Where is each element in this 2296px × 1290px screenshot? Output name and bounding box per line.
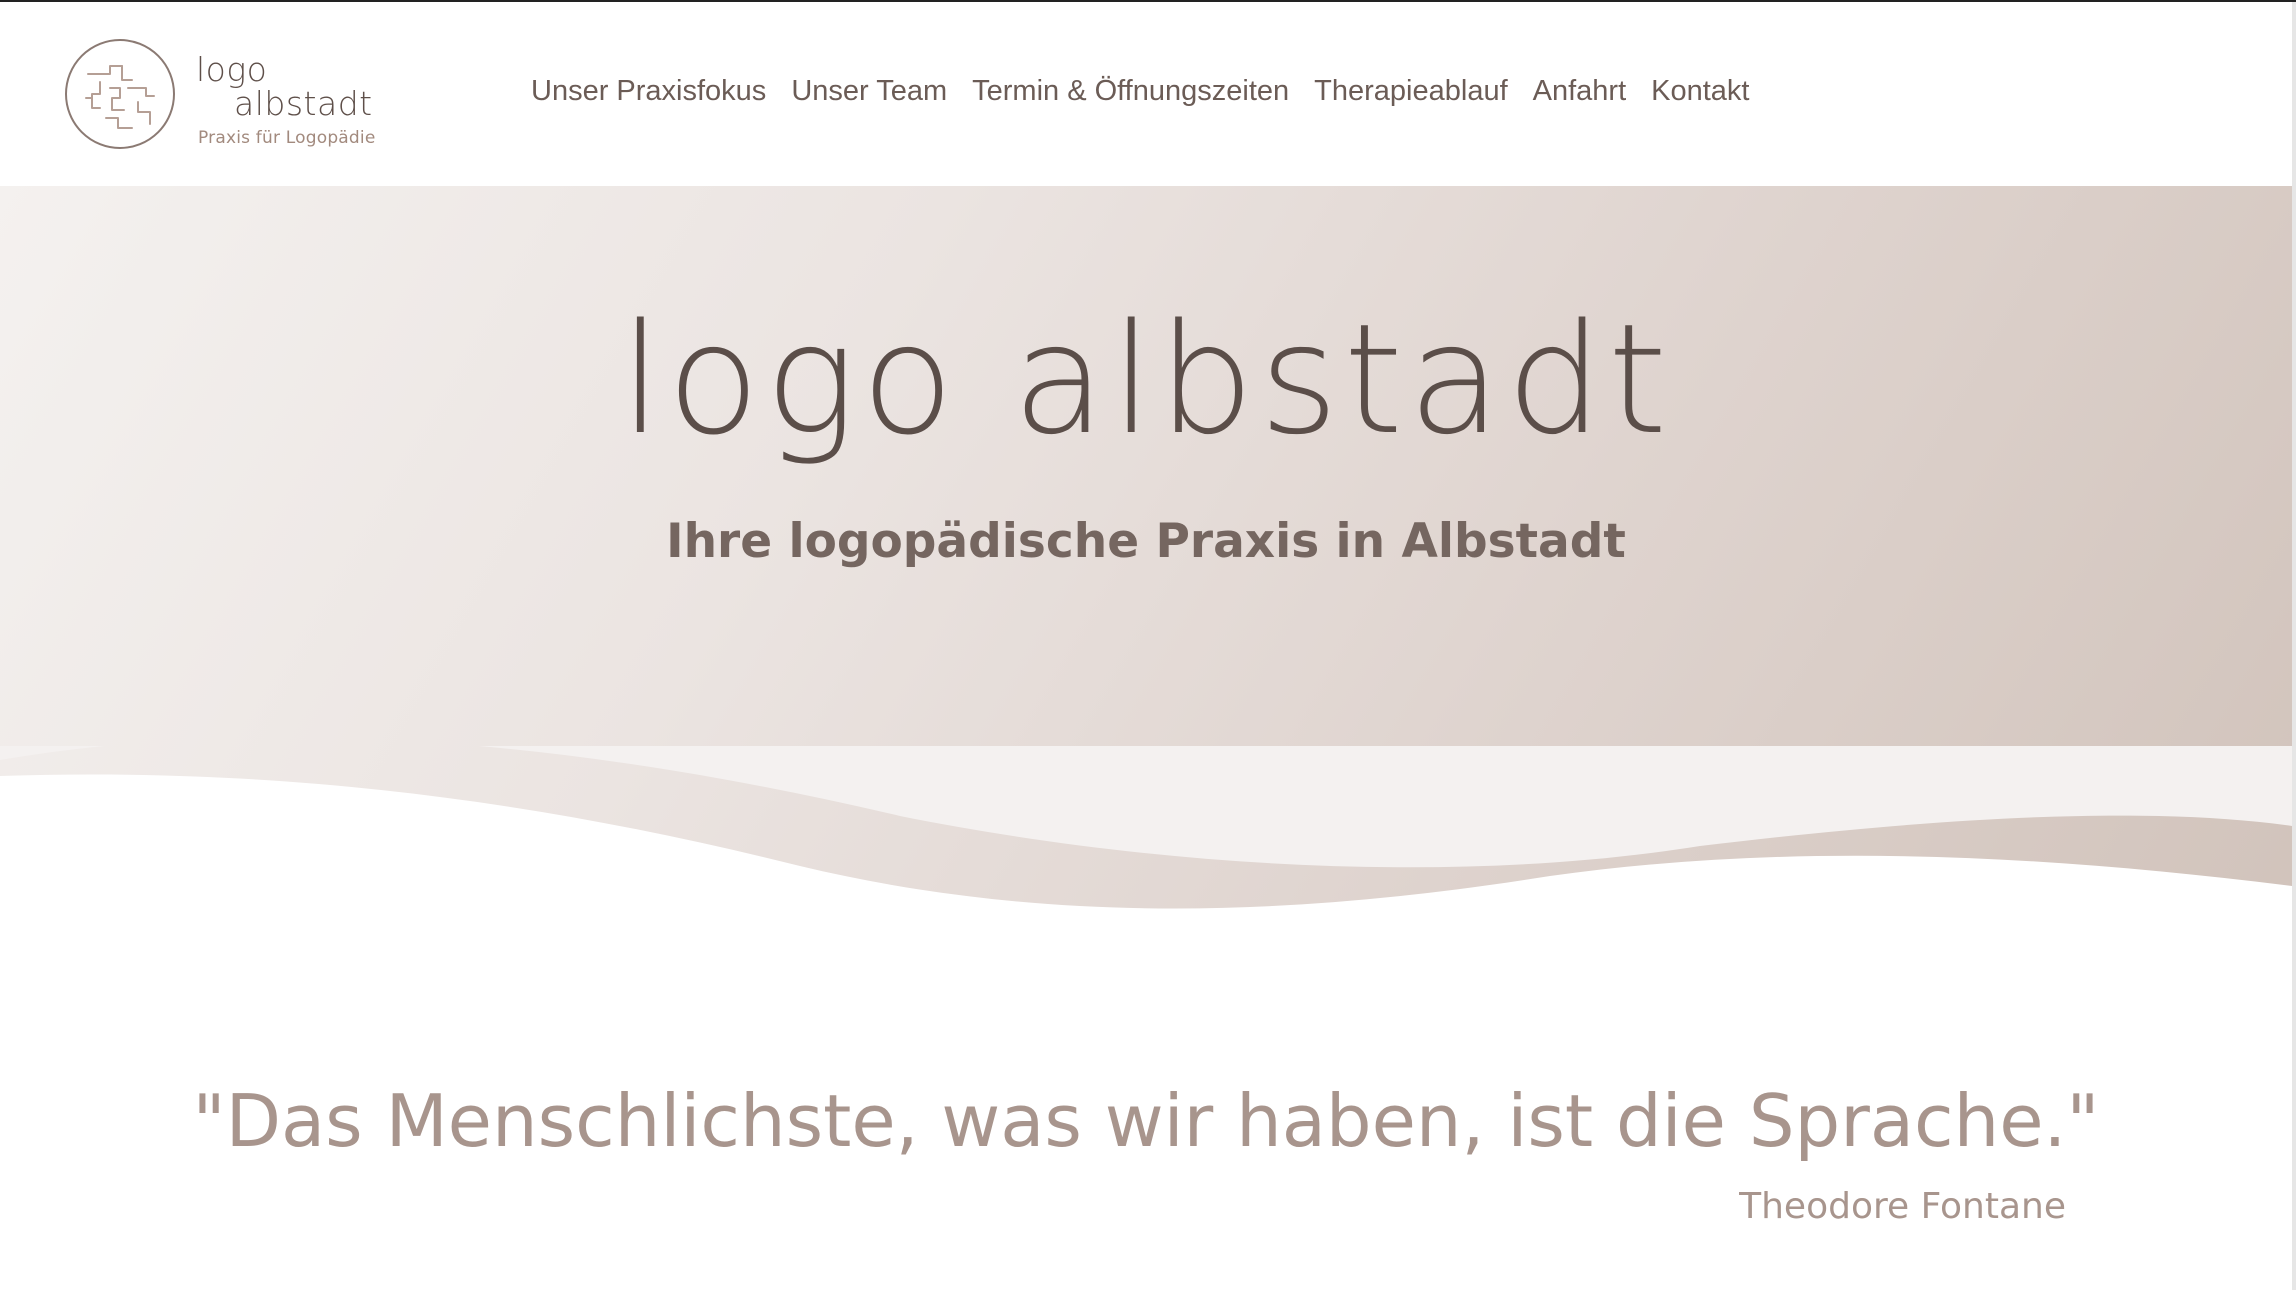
hero-title: logo albstadt [619, 291, 1673, 468]
scrollbar[interactable] [2292, 2, 2296, 1290]
brand-name-line2: albstadt [234, 84, 373, 123]
site-header: logo albstadt Praxis für Logopädie Unser… [0, 2, 2292, 186]
hero-subtitle: Ihre logopädische Praxis in Albstadt [666, 514, 1626, 569]
brand-logo-link[interactable]: logo albstadt Praxis für Logopädie [62, 36, 382, 156]
puzzle-circle-logo-icon [65, 39, 175, 149]
nav-item-praxisfokus[interactable]: Unser Praxisfokus [531, 75, 766, 108]
main-navigation: Unser Praxisfokus Unser Team Termin & Öf… [531, 75, 1774, 108]
page: logo albstadt Praxis für Logopädie Unser… [0, 0, 2296, 1290]
nav-item-anfahrt[interactable]: Anfahrt [1533, 75, 1627, 108]
nav-item-kontakt[interactable]: Kontakt [1651, 75, 1749, 108]
nav-item-team[interactable]: Unser Team [791, 75, 947, 108]
quote-author: Theodore Fontane [1739, 1186, 2066, 1227]
hero-section: logo albstadt Ihre logopädische Praxis i… [0, 186, 2292, 956]
brand-tagline: Praxis für Logopädie [198, 128, 376, 148]
nav-item-therapieablauf[interactable]: Therapieablauf [1314, 75, 1507, 108]
quote-text: "Das Menschlichste, was wir haben, ist d… [192, 1079, 2100, 1163]
nav-item-termin[interactable]: Termin & Öffnungszeiten [972, 75, 1289, 108]
hero-wave-divider [0, 746, 2292, 956]
